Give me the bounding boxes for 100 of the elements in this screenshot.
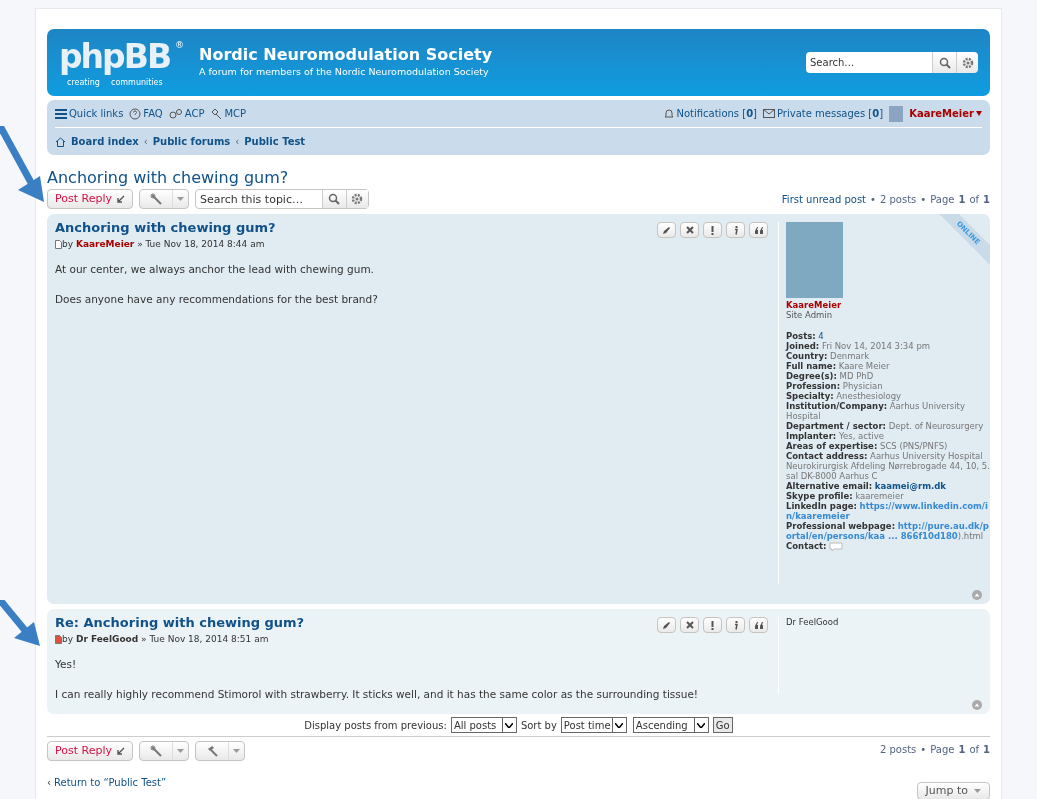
delete-button[interactable] <box>680 222 699 238</box>
info-icon <box>733 225 738 235</box>
total-pages: 1 <box>983 192 990 207</box>
profile-field: Implanter: Yes, active <box>786 431 990 441</box>
caret-icon <box>233 748 240 754</box>
info-button[interactable] <box>726 617 745 633</box>
posts-filter-select[interactable]: All posts <box>450 717 517 733</box>
post-count: 2 posts <box>879 743 917 757</box>
caret-icon <box>974 788 981 794</box>
profile-field: Profession: Physician <box>786 381 990 391</box>
go-button[interactable]: Go <box>712 717 733 733</box>
search-icon <box>938 56 951 69</box>
breadcrumb-link[interactable]: Board index <box>71 134 139 149</box>
pencil-icon <box>662 225 671 235</box>
nav-link[interactable]: FAQ <box>129 106 163 121</box>
tools-dropdown-button[interactable] <box>195 741 245 761</box>
user-avatar <box>889 105 904 122</box>
page-label: Page <box>930 743 955 757</box>
annotation-arrow <box>0 600 42 648</box>
post-reply-button[interactable]: Post Reply <box>47 741 133 761</box>
user-menu-link[interactable]: KaareMeier <box>909 106 982 121</box>
site-logo[interactable]: phpBB® creating communities <box>59 36 187 89</box>
quote-icon <box>753 226 764 234</box>
envelope-icon <box>763 109 775 118</box>
profile-field: Posts: 4 <box>786 331 990 341</box>
chevron-icon: ‹ <box>47 775 51 790</box>
settings-icon <box>351 193 364 205</box>
wrench-icon <box>150 745 162 757</box>
search-button[interactable] <box>322 190 346 208</box>
site-description: A forum for members of the Nordic Neuromodulation Society <box>199 65 490 80</box>
profile-field: Institution/Company: Aarhus University Hospital <box>786 401 990 421</box>
post-title[interactable]: Anchoring with chewing gum? <box>55 220 276 236</box>
post-icon[interactable] <box>55 240 62 250</box>
logo-tagline: communities <box>111 78 163 87</box>
logo-tagline: creating <box>67 78 100 87</box>
cross-icon <box>685 621 694 629</box>
jump-to-button[interactable]: Jump to <box>916 782 990 799</box>
profile-field: Department / sector: Dept. of Neurosurgery <box>786 421 990 431</box>
home-icon <box>55 136 66 147</box>
reply-arrow-icon <box>116 746 125 756</box>
advanced-search-button[interactable] <box>956 52 978 73</box>
private-messages-link[interactable]: Private messages [0] <box>763 106 884 121</box>
nav-link[interactable]: ACP <box>168 106 205 121</box>
separator-dot: • <box>870 192 876 207</box>
sort-order-select[interactable]: Ascending <box>632 717 709 733</box>
sort-key-select[interactable]: Post time <box>560 717 627 733</box>
advanced-search-button[interactable] <box>346 190 368 208</box>
username-link[interactable]: Dr FeelGood <box>786 617 990 627</box>
delete-button[interactable] <box>680 617 699 633</box>
breadcrumb-link[interactable]: Public Test <box>244 134 306 149</box>
caret-icon <box>177 748 184 754</box>
post-title[interactable]: Re: Anchoring with chewing gum? <box>55 615 305 631</box>
quote-button[interactable] <box>749 617 768 633</box>
tools-dropdown-button[interactable] <box>139 189 189 209</box>
exclamation-icon <box>711 620 714 630</box>
breadcrumb-link[interactable]: Public forums <box>152 134 231 149</box>
edit-button[interactable] <box>657 617 676 633</box>
display-posts-label: Display posts from previous: <box>304 718 447 733</box>
total-pages: 1 <box>983 743 990 757</box>
info-button[interactable] <box>726 222 745 238</box>
separator-dot: • <box>920 192 927 207</box>
logo-wordmark: phpBB <box>59 38 171 75</box>
notifications-link[interactable]: Notifications [0] <box>664 106 757 121</box>
topic-title[interactable]: Anchoring with chewing gum? <box>47 168 990 188</box>
nav-link[interactable]: MCP <box>210 106 247 121</box>
search-field[interactable]: Search… <box>806 52 932 73</box>
return-link[interactable]: Return to “Public Test” <box>54 775 167 790</box>
of-label: of <box>969 192 980 207</box>
help-icon <box>129 107 142 120</box>
edit-button[interactable] <box>657 222 676 238</box>
settings-icon <box>961 56 974 69</box>
quote-button[interactable] <box>749 222 768 238</box>
profile-field: Country: Denmark <box>786 351 990 361</box>
post-author-line: by KaareMeier » Tue Nov 18, 2014 8:44 am <box>62 238 265 251</box>
post-author-line: by Dr FeelGood » Tue Nov 18, 2014 8:51 am <box>62 633 269 646</box>
wrench-icon <box>150 193 162 205</box>
search-button[interactable] <box>932 52 956 73</box>
registered-mark: ® <box>175 40 184 50</box>
post-reply-button[interactable]: Post Reply <box>47 189 133 209</box>
unread-post-icon[interactable] <box>55 635 62 645</box>
post-text: Yes! <box>55 656 78 672</box>
caret-icon <box>697 722 706 728</box>
search-icon <box>328 193 341 205</box>
tools-dropdown-button[interactable] <box>139 741 189 761</box>
post-text: I can really highly recommend Stimorol with strawberry. It sticks well, and it has the same color as the surrounding tissue! <box>55 686 700 702</box>
report-button[interactable] <box>703 222 722 238</box>
first-unread-link[interactable]: First unread post <box>781 191 867 207</box>
current-page: 1 <box>958 192 966 207</box>
separator-dot: • <box>920 743 927 757</box>
of-label: of <box>969 743 980 757</box>
profile-field: Skype profile: kaaremeier <box>786 491 990 501</box>
user-rank: Site Admin <box>786 310 834 320</box>
nav-link[interactable]: Quick links <box>55 106 124 121</box>
profile-field: Professional webpage: http://pure.au.dk/portal/en/persons/kaa ... 866f10d180).html <box>786 521 990 541</box>
topic-search-field[interactable]: Search this topic… <box>196 190 322 208</box>
report-button[interactable] <box>703 617 722 633</box>
username-link[interactable]: KaareMeier <box>786 300 990 310</box>
topic-search-box[interactable]: Search this topic… <box>195 189 369 209</box>
site-title[interactable]: Nordic Neuromodulation Society <box>199 45 493 66</box>
caret-icon <box>615 722 624 728</box>
